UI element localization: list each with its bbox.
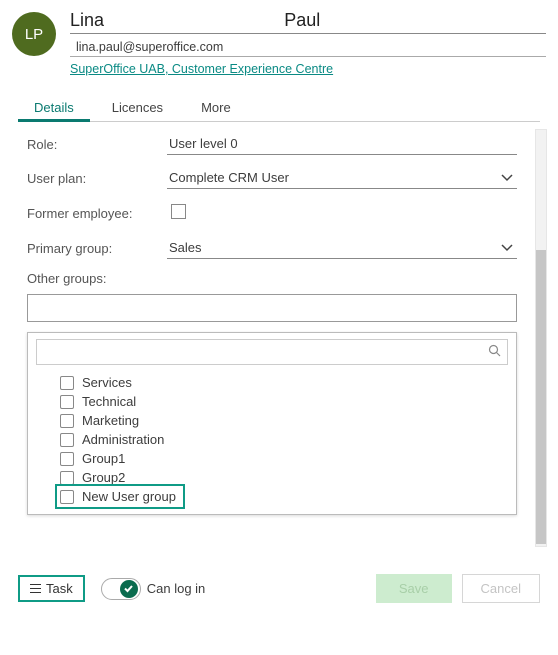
name-row: Lina Paul bbox=[70, 10, 546, 34]
can-log-in-label: Can log in bbox=[147, 581, 206, 596]
email-field[interactable]: lina.paul@superoffice.com bbox=[70, 38, 546, 57]
group-checkbox[interactable] bbox=[60, 452, 74, 466]
group-checkbox[interactable] bbox=[60, 433, 74, 447]
tabs: Details Licences More bbox=[18, 92, 540, 122]
panel-scrollbar[interactable] bbox=[535, 129, 547, 547]
group-checkbox[interactable] bbox=[60, 471, 74, 485]
user-plan-label: User plan: bbox=[27, 171, 167, 186]
chevron-down-icon bbox=[501, 240, 513, 255]
group-option[interactable]: Administration bbox=[58, 430, 508, 449]
group-option-label: New User group bbox=[82, 489, 176, 504]
group-option-label: Administration bbox=[82, 432, 164, 447]
group-checkbox[interactable] bbox=[60, 376, 74, 390]
check-icon bbox=[123, 583, 134, 594]
group-option[interactable]: Group2 bbox=[58, 468, 508, 487]
group-option-label: Marketing bbox=[82, 413, 139, 428]
first-name[interactable]: Lina bbox=[70, 10, 284, 31]
groups-dropdown: Services Technical Marketing Administration… bbox=[27, 332, 517, 515]
group-option-label: Services bbox=[82, 375, 132, 390]
user-plan-select[interactable]: Complete CRM User bbox=[167, 167, 517, 189]
group-checkbox[interactable] bbox=[60, 395, 74, 409]
role-label: Role: bbox=[27, 137, 167, 152]
former-employee-label: Former employee: bbox=[27, 206, 167, 221]
company-link[interactable]: SuperOffice UAB, Customer Experience Cen… bbox=[70, 62, 333, 76]
group-option[interactable]: Services bbox=[58, 373, 508, 392]
last-name[interactable]: Paul bbox=[284, 10, 546, 31]
group-option[interactable]: New User group bbox=[58, 487, 182, 506]
avatar: LP bbox=[12, 12, 56, 56]
tab-licences[interactable]: Licences bbox=[96, 92, 179, 121]
can-log-in-toggle[interactable]: Can log in bbox=[95, 578, 206, 600]
group-option-label: Group1 bbox=[82, 451, 125, 466]
tab-more[interactable]: More bbox=[185, 92, 247, 121]
group-option-label: Technical bbox=[82, 394, 136, 409]
tab-details[interactable]: Details bbox=[18, 92, 90, 122]
other-groups-label: Other groups: bbox=[27, 271, 541, 286]
former-employee-checkbox[interactable] bbox=[171, 204, 186, 219]
group-checkbox[interactable] bbox=[60, 414, 74, 428]
group-option[interactable]: Marketing bbox=[58, 411, 508, 430]
group-option[interactable]: Group1 bbox=[58, 449, 508, 468]
cancel-button[interactable]: Cancel bbox=[462, 574, 540, 603]
scrollbar-thumb[interactable] bbox=[536, 250, 546, 544]
role-value[interactable]: User level 0 bbox=[167, 133, 517, 155]
task-button[interactable]: Task bbox=[18, 575, 85, 602]
search-icon bbox=[488, 344, 501, 360]
group-checkbox[interactable] bbox=[60, 490, 74, 504]
chevron-down-icon bbox=[501, 170, 513, 185]
group-search-input[interactable] bbox=[36, 339, 508, 365]
group-option-label: Group2 bbox=[82, 470, 125, 485]
primary-group-select[interactable]: Sales bbox=[167, 237, 517, 259]
primary-group-label: Primary group: bbox=[27, 241, 167, 256]
save-button[interactable]: Save bbox=[376, 574, 452, 603]
menu-icon bbox=[30, 584, 41, 593]
other-groups-input[interactable] bbox=[27, 294, 517, 322]
group-option[interactable]: Technical bbox=[58, 392, 508, 411]
